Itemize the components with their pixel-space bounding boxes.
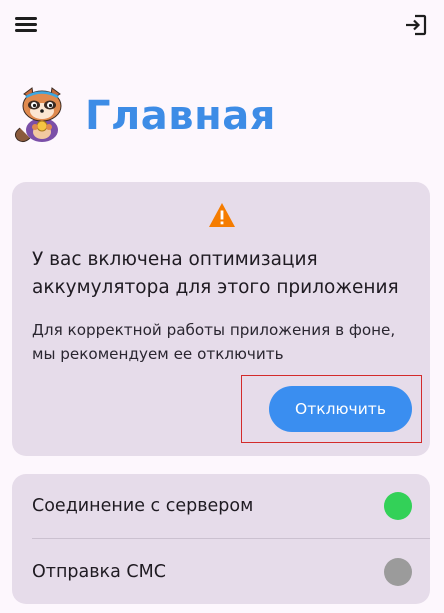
status-indicator-connected-icon <box>384 492 412 520</box>
logout-icon <box>406 14 427 36</box>
warning-triangle-icon <box>209 203 235 227</box>
status-card: Соединение с сервером Отправка СМС <box>12 474 430 604</box>
hamburger-menu-icon <box>14 17 38 32</box>
page-header: Главная <box>0 80 444 150</box>
warning-description: Для корректной работы приложения в фоне,… <box>32 321 396 363</box>
divider <box>32 538 430 539</box>
status-row-server-connection: Соединение с сервером <box>12 474 430 539</box>
disable-optimization-button[interactable]: Отключить <box>269 386 412 432</box>
logout-button[interactable] <box>404 13 428 37</box>
page-title: Главная <box>85 93 276 139</box>
status-label: Отправка СМС <box>32 562 166 582</box>
battery-optimization-card: У вас включена оптимизация аккумулятора … <box>12 182 430 456</box>
menu-button[interactable] <box>14 14 38 36</box>
warning-heading: У вас включена оптимизация аккумулятора … <box>32 249 399 298</box>
status-label: Соединение с сервером <box>32 496 254 516</box>
status-indicator-inactive-icon <box>384 558 412 586</box>
raccoon-mascot-logo <box>14 87 62 143</box>
top-app-bar <box>0 0 444 52</box>
status-row-sms-sending: Отправка СМС <box>12 540 430 604</box>
